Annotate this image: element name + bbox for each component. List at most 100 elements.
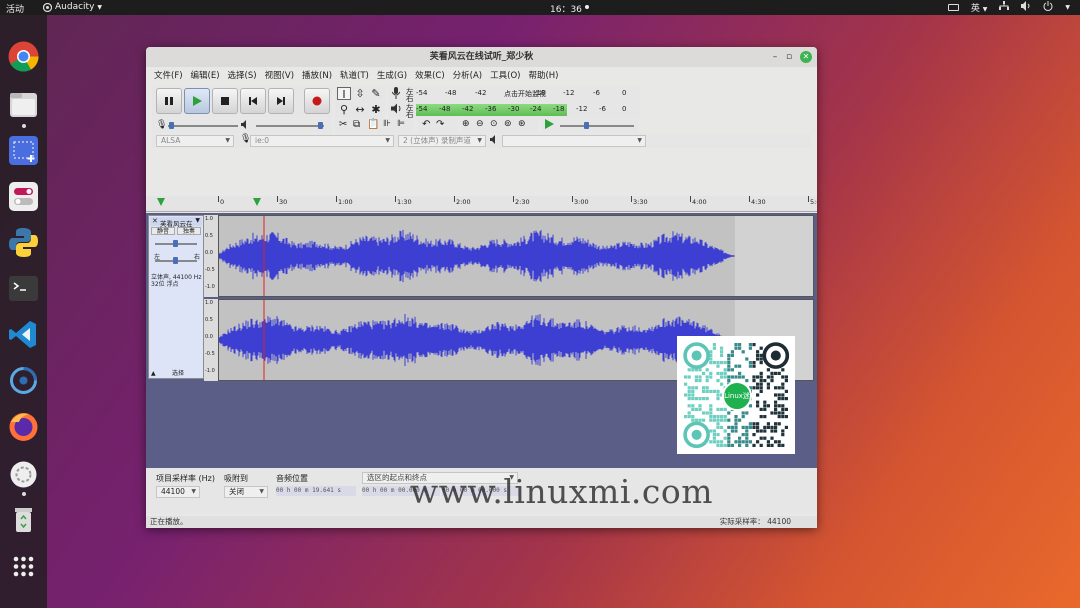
qr-module: [748, 346, 752, 350]
solo-button[interactable]: 独奏: [177, 227, 201, 235]
recording-meter[interactable]: -54 -48 -42 点击开始监视 -18 -12 -6 0: [416, 89, 638, 99]
menu-item[interactable]: 编辑(E): [187, 69, 224, 83]
software-updater-icon[interactable]: [7, 458, 40, 491]
undo-icon[interactable]: ↶: [422, 119, 430, 130]
trash-icon[interactable]: [7, 503, 40, 536]
chrome-icon[interactable]: [7, 40, 40, 73]
screenshot-icon[interactable]: [7, 134, 40, 167]
play-volume-slider[interactable]: [256, 125, 324, 127]
multi-tool-icon[interactable]: ✱: [369, 103, 383, 116]
select-track-button[interactable]: 选择: [163, 370, 193, 378]
playhead-marker[interactable]: [253, 198, 261, 209]
qr-module: [730, 425, 734, 429]
playback-device-select[interactable]: ▼: [502, 135, 646, 147]
stop-button[interactable]: [212, 88, 238, 114]
menu-item[interactable]: 文件(F): [150, 69, 187, 83]
menu-item[interactable]: 轨道(T): [336, 69, 373, 83]
track-pan-knob[interactable]: [173, 257, 178, 264]
zoom-toggle-icon[interactable]: ⊛: [518, 119, 526, 129]
terminal-icon[interactable]: [7, 272, 40, 305]
menu-item[interactable]: 视图(V): [261, 69, 298, 83]
track-gain-knob[interactable]: [173, 240, 178, 247]
python-icon[interactable]: [7, 226, 40, 259]
watermark-text: www.linuxmi.com: [410, 472, 714, 511]
play-button[interactable]: [184, 88, 210, 114]
mute-button[interactable]: 静音: [151, 227, 175, 235]
play-speed-knob[interactable]: [584, 122, 589, 129]
recording-channels-select[interactable]: 2 (立体声) 录制声道 ▼: [398, 135, 486, 147]
settings-toggle-icon[interactable]: [7, 180, 40, 213]
playback-meter[interactable]: -54 -48 -42 -36 -30 -24 -18 -12 -6 0: [416, 105, 638, 115]
close-track-icon[interactable]: ✕: [152, 217, 158, 225]
cut-icon[interactable]: ✂: [339, 119, 347, 130]
play-region-start-marker[interactable]: [157, 198, 165, 209]
menu-item[interactable]: 生成(G): [373, 69, 411, 83]
app-menu[interactable]: Audacity ▼: [43, 2, 102, 12]
window-title[interactable]: 芙看风云在线试听_郑少秋: [146, 47, 817, 67]
menu-item[interactable]: 选择(S): [224, 69, 261, 83]
timeline-ruler[interactable]: 0 30 1:00 1:30 2:00 2:30 3:00 3:30 4:00 4:30 5:00: [146, 196, 817, 212]
vscode-icon[interactable]: [7, 318, 40, 351]
clock[interactable]: 16：36: [550, 2, 582, 15]
chevron-down-icon[interactable]: ▼: [1065, 4, 1070, 11]
play-speed-slider[interactable]: [560, 125, 634, 127]
vertical-scale-top[interactable]: 1.0 0.5 0.0 -0.5 -1.0: [204, 215, 218, 297]
microphone-icon[interactable]: [391, 87, 401, 102]
zoom-tool-icon[interactable]: ⚲: [337, 103, 351, 116]
trim-icon[interactable]: ⊪: [383, 119, 391, 129]
menu-item[interactable]: 播放(N): [298, 69, 336, 83]
volume-icon[interactable]: [1021, 1, 1031, 14]
collapse-track-icon[interactable]: ▲: [151, 370, 156, 377]
redo-icon[interactable]: ↷: [436, 119, 444, 130]
silence-icon[interactable]: ⊫: [397, 119, 405, 129]
power-icon[interactable]: [1043, 1, 1053, 14]
input-method-indicator[interactable]: 英 ▼: [971, 1, 988, 14]
meter-toolbar: 左 右 左 右 -54 -48 -42 点击开始监视 -18 -12 -6 0 -54 -48-…: [388, 86, 640, 119]
draw-tool-icon[interactable]: ✎: [369, 87, 383, 100]
waveform-channel-left[interactable]: [218, 215, 814, 297]
show-apps-icon[interactable]: [7, 550, 40, 583]
network-icon[interactable]: [999, 1, 1010, 14]
audio-host-select[interactable]: ALSA ▼: [156, 135, 234, 147]
fit-selection-icon[interactable]: ⊙: [490, 119, 498, 129]
vertical-scale-bottom[interactable]: 1.0 0.5 0.0 -0.5 -1.0: [204, 299, 218, 381]
track-menu-chevron-icon[interactable]: ▼: [195, 217, 200, 224]
speaker-icon[interactable]: [391, 103, 402, 117]
maximize-icon[interactable]: ▫: [784, 52, 794, 62]
copy-icon[interactable]: ⧉: [353, 119, 360, 130]
activities-button[interactable]: 活动: [6, 2, 24, 15]
project-rate-select[interactable]: 44100 ▼: [156, 486, 200, 498]
menu-item[interactable]: 分析(A): [449, 69, 486, 83]
fit-project-icon[interactable]: ⊚: [504, 119, 512, 129]
menu-item[interactable]: 帮助(H): [524, 69, 562, 83]
menu-item[interactable]: 效果(C): [411, 69, 449, 83]
firefox-icon[interactable]: [7, 410, 40, 443]
play-volume-knob[interactable]: [318, 122, 323, 129]
snap-to-select[interactable]: 关闭 ▼: [224, 486, 268, 498]
skip-to-start-button[interactable]: [240, 88, 266, 114]
envelope-tool-icon[interactable]: ⇳: [353, 87, 367, 100]
close-icon[interactable]: ✕: [800, 51, 812, 63]
play-at-speed-icon[interactable]: [544, 119, 554, 132]
time-shift-tool-icon[interactable]: ↔: [353, 103, 367, 116]
menu-item[interactable]: 工具(O): [486, 69, 524, 83]
stacer-icon[interactable]: [7, 364, 40, 397]
rec-volume-slider[interactable]: [168, 125, 238, 127]
ruler-tick-label: 2:30: [515, 198, 530, 206]
qr-module: [691, 404, 695, 408]
rec-volume-knob[interactable]: [169, 122, 174, 129]
skip-to-end-button[interactable]: [268, 88, 294, 114]
zoom-out-icon[interactable]: ⊖: [476, 119, 484, 129]
pause-button[interactable]: [156, 88, 182, 114]
keyboard-icon[interactable]: [947, 4, 959, 11]
zoom-in-icon[interactable]: ⊕: [462, 119, 470, 129]
files-icon[interactable]: [7, 88, 40, 121]
selection-tool-icon[interactable]: I: [337, 87, 351, 101]
track-name-bar[interactable]: ✕ 芙看风云在 ▼: [150, 217, 202, 228]
recording-device-select[interactable]: ie:0 ▼: [250, 135, 394, 147]
audio-position-field[interactable]: 00 h 00 m 19.641 s: [276, 486, 356, 496]
minimize-icon[interactable]: –: [770, 52, 780, 62]
record-button[interactable]: [304, 88, 330, 114]
qr-module: [756, 350, 760, 354]
paste-icon[interactable]: 📋: [367, 119, 379, 130]
